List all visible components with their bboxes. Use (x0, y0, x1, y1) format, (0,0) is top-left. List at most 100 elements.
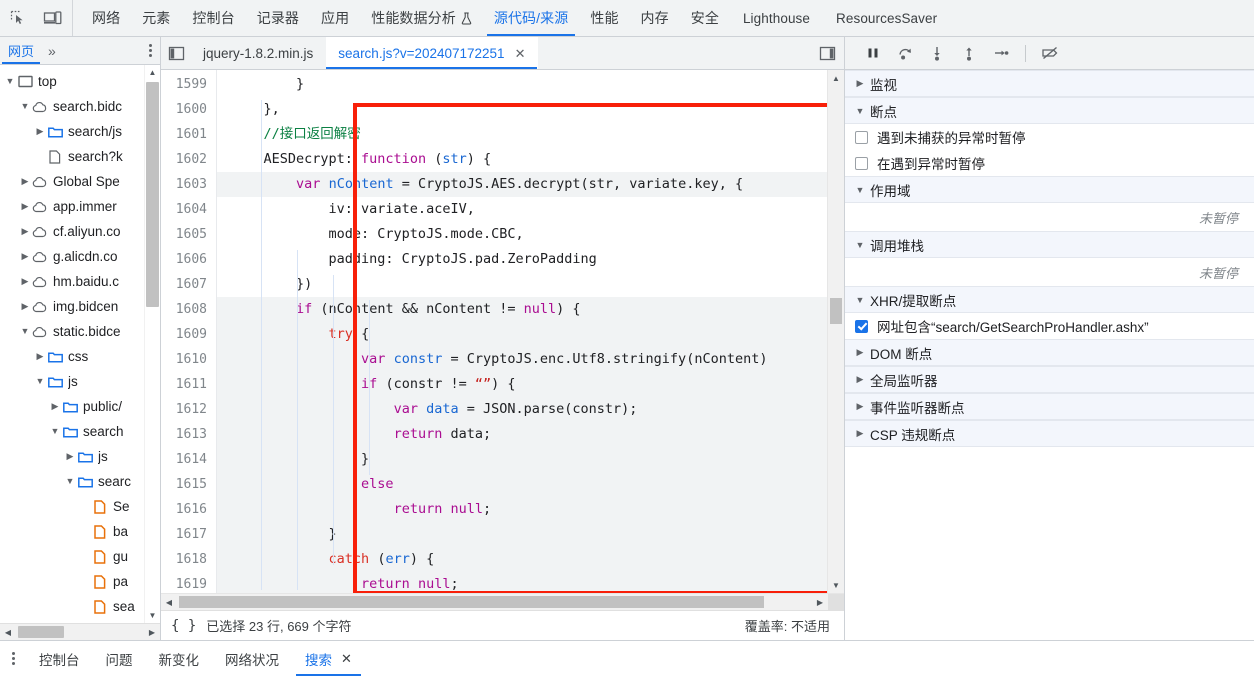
scrollbar-thumb[interactable] (179, 596, 764, 608)
checkbox[interactable] (855, 130, 868, 144)
chevron-right-icon[interactable]: ▶ (34, 127, 46, 136)
navigator-more-tabs-icon[interactable]: » (42, 37, 62, 64)
line-number[interactable]: 1617 (161, 522, 216, 547)
tab-memory[interactable]: 内存 (630, 0, 680, 36)
code-line[interactable]: }) (217, 272, 844, 297)
tab-resourcessaver[interactable]: ResourcesSaver (823, 0, 950, 36)
scroll-down-arrow-icon[interactable]: ▼ (828, 577, 844, 593)
show-navigator-button[interactable] (161, 37, 191, 69)
file-tree-item[interactable]: ▼ searc (0, 469, 160, 494)
file-tree-item[interactable]: pa (0, 569, 160, 594)
tab-lighthouse[interactable]: Lighthouse (730, 0, 823, 36)
line-number[interactable]: 1610 (161, 347, 216, 372)
scroll-up-arrow-icon[interactable]: ▲ (828, 70, 844, 86)
section-breakpoints[interactable]: ▼ 断点 (845, 97, 1254, 124)
file-tree-item[interactable]: ▶ public/ (0, 394, 160, 419)
file-tree-item[interactable]: ▶ search/js (0, 119, 160, 144)
line-number[interactable]: 1612 (161, 397, 216, 422)
file-tree-item[interactable]: Se (0, 494, 160, 519)
code-line[interactable]: var nContent = CryptoJS.AES.decrypt(str,… (217, 172, 844, 197)
chevron-right-icon[interactable]: ▶ (19, 252, 31, 261)
tab-console[interactable]: 控制台 (181, 0, 245, 36)
section-csp-violation-breakpoints[interactable]: ▶ CSP 违规断点 (845, 420, 1254, 447)
scroll-left-arrow-icon[interactable]: ◀ (161, 598, 177, 607)
file-tree-horizontal-scrollbar[interactable]: ◀ ▶ (0, 623, 160, 640)
scrollbar-thumb[interactable] (830, 298, 842, 324)
section-call-stack[interactable]: ▼ 调用堆栈 (845, 231, 1254, 258)
tab-security[interactable]: 安全 (680, 0, 730, 36)
line-number[interactable]: 1599 (161, 72, 216, 97)
file-tree-item[interactable]: search?k (0, 144, 160, 169)
code-line[interactable]: return null; (217, 497, 844, 522)
tab-performance-insights[interactable]: 性能数据分析 (360, 0, 483, 36)
line-number[interactable]: 1607 (161, 272, 216, 297)
line-number[interactable]: 1603 (161, 172, 216, 197)
editor-tab-search-js[interactable]: search.js?v=202407172251 ✕ (326, 37, 539, 69)
drawer-tab-network-conditions[interactable]: 网络状况 (212, 641, 292, 676)
file-tree-item[interactable]: ▼ search (0, 419, 160, 444)
code-line[interactable]: else (217, 472, 844, 497)
line-number[interactable]: 1601 (161, 122, 216, 147)
scroll-up-arrow-icon[interactable]: ▲ (145, 65, 160, 80)
section-watch[interactable]: ▶ 监视 (845, 70, 1254, 97)
step-over-button[interactable] (891, 40, 919, 66)
code-line[interactable]: } (217, 522, 844, 547)
file-tree-item[interactable]: ▶ g.alicdn.co (0, 244, 160, 269)
pause-on-uncaught-exceptions-row[interactable]: 遇到未捕获的异常时暂停 (845, 124, 1254, 150)
code-content[interactable]: } }, //接口返回解密 AESDecrypt: function (str)… (217, 70, 844, 593)
line-number[interactable]: 1604 (161, 197, 216, 222)
line-number[interactable]: 1618 (161, 547, 216, 572)
step-button[interactable] (987, 40, 1015, 66)
scroll-right-arrow-icon[interactable]: ▶ (144, 628, 160, 637)
pause-on-exceptions-row[interactable]: 在遇到异常时暂停 (845, 150, 1254, 176)
chevron-right-icon[interactable]: ▶ (64, 452, 76, 461)
file-tree-item[interactable]: ▶ cf.aliyun.co (0, 219, 160, 244)
file-tree-item[interactable]: ▼ top (0, 69, 160, 94)
line-number[interactable]: 1602 (161, 147, 216, 172)
scrollbar-thumb[interactable] (18, 626, 64, 638)
code-line[interactable]: var constr = CryptoJS.enc.Utf8.stringify… (217, 347, 844, 372)
tab-recorder[interactable]: 记录器 (246, 0, 310, 36)
file-tree-item[interactable]: ▶ hm.baidu.c (0, 269, 160, 294)
inspect-element-icon[interactable] (4, 4, 32, 32)
checkbox[interactable] (855, 319, 868, 333)
drawer-tab-console[interactable]: 控制台 (26, 641, 93, 676)
drawer-tab-search[interactable]: 搜索 ✕ (292, 641, 365, 676)
section-scope[interactable]: ▼ 作用域 (845, 176, 1254, 203)
code-line[interactable]: try { (217, 322, 844, 347)
chevron-down-icon[interactable]: ▼ (4, 77, 16, 86)
scroll-down-arrow-icon[interactable]: ▼ (145, 608, 160, 623)
chevron-down-icon[interactable]: ▼ (19, 102, 31, 111)
chevron-right-icon[interactable]: ▶ (19, 277, 31, 286)
line-number[interactable]: 1608 (161, 297, 216, 322)
chevron-right-icon[interactable]: ▶ (19, 302, 31, 311)
line-number[interactable]: 1605 (161, 222, 216, 247)
pause-resume-button[interactable] (859, 40, 887, 66)
drawer-tab-issues[interactable]: 问题 (93, 641, 146, 676)
step-out-button[interactable] (955, 40, 983, 66)
show-debugger-button[interactable] (810, 37, 844, 69)
chevron-down-icon[interactable]: ▼ (34, 377, 46, 386)
file-tree-item[interactable]: ▶ img.bidcen (0, 294, 160, 319)
step-into-button[interactable] (923, 40, 951, 66)
editor-horizontal-scrollbar[interactable]: ◀ ▶ (161, 593, 844, 610)
code-line[interactable]: if (constr != “”) { (217, 372, 844, 397)
tab-performance[interactable]: 性能 (579, 0, 629, 36)
line-number[interactable]: 1611 (161, 372, 216, 397)
file-tree-item[interactable]: ▼ search.bidc (0, 94, 160, 119)
file-tree-vertical-scrollbar[interactable]: ▲ ▼ (144, 65, 160, 623)
code-line[interactable]: catch (err) { (217, 547, 844, 572)
chevron-down-icon[interactable]: ▼ (49, 427, 61, 436)
line-number[interactable]: 1614 (161, 447, 216, 472)
file-tree-item[interactable]: ▶ js (0, 444, 160, 469)
section-global-listeners[interactable]: ▶ 全局监听器 (845, 366, 1254, 393)
chevron-down-icon[interactable]: ▼ (19, 327, 31, 336)
tab-elements[interactable]: 元素 (131, 0, 181, 36)
line-number[interactable]: 1609 (161, 322, 216, 347)
chevron-down-icon[interactable]: ▼ (64, 477, 76, 486)
code-line[interactable]: mode: CryptoJS.mode.CBC, (217, 222, 844, 247)
chevron-right-icon[interactable]: ▶ (19, 227, 31, 236)
pretty-print-icon[interactable]: { } (171, 618, 196, 634)
line-number[interactable]: 1616 (161, 497, 216, 522)
line-number[interactable]: 1619 (161, 572, 216, 593)
